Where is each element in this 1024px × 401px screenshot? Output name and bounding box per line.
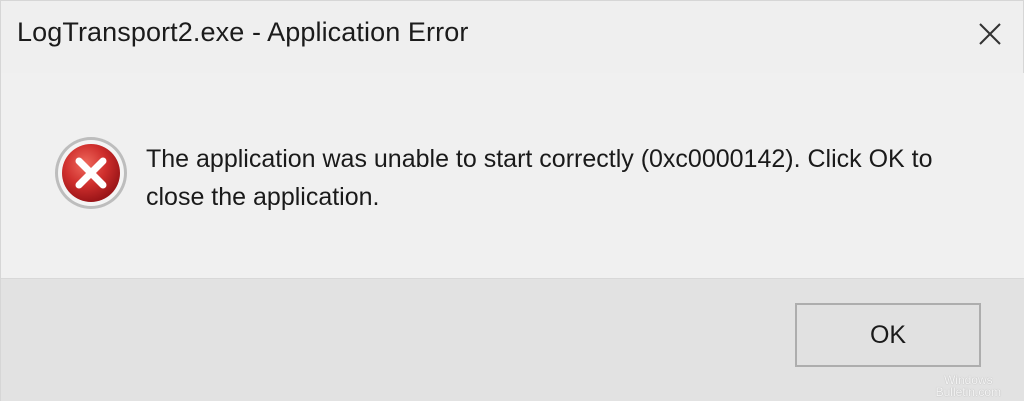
watermark-line-2: Bulletin.com <box>935 385 1001 399</box>
error-message: The application was unable to start corr… <box>146 145 933 211</box>
window-title: LogTransport2.exe - Application Error <box>17 17 469 47</box>
error-dialog: LogTransport2.exe - Application Error Th… <box>0 0 1024 401</box>
title-bar: LogTransport2.exe - Application Error <box>1 1 1024 73</box>
ok-button[interactable]: OK <box>795 303 981 367</box>
error-icon <box>53 135 129 211</box>
close-button[interactable] <box>973 17 1007 51</box>
close-icon <box>979 23 1001 45</box>
watermark: Windows Bulletin.com <box>936 374 1001 398</box>
